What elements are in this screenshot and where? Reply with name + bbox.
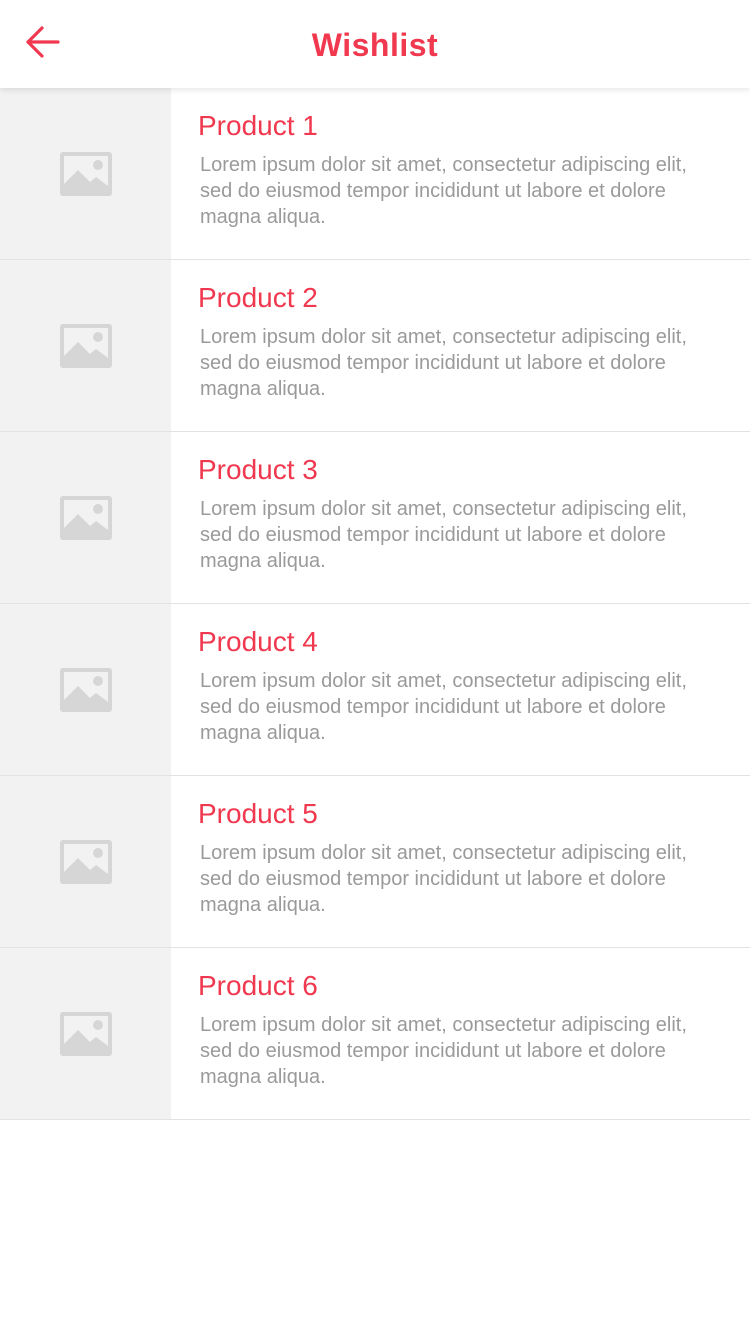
product-name: Product 2 [198, 282, 318, 313]
app-header: Wishlist [0, 0, 750, 88]
wishlist-list: Product 1 Lorem ipsum dolor sit amet, co… [0, 88, 750, 1120]
image-placeholder-icon [59, 667, 112, 712]
wishlist-item-3[interactable]: Product 3 Lorem ipsum dolor sit amet, co… [0, 432, 750, 604]
page-title: Wishlist [311, 27, 439, 63]
product-image [0, 260, 171, 431]
product-image [0, 776, 171, 947]
wishlist-item-6[interactable]: Product 6 Lorem ipsum dolor sit amet, co… [0, 948, 750, 1120]
product-name: Product 4 [198, 626, 318, 657]
product-description: Lorem ipsum dolor sit amet, consectetur … [200, 670, 687, 744]
product-image [0, 432, 171, 603]
product-image [0, 88, 171, 259]
product-name: Product 5 [198, 798, 318, 829]
product-description: Lorem ipsum dolor sit amet, consectetur … [200, 326, 687, 400]
product-name: Product 1 [198, 110, 318, 141]
image-placeholder-icon [59, 323, 112, 368]
product-name: Product 6 [198, 970, 318, 1001]
wishlist-item-2[interactable]: Product 2 Lorem ipsum dolor sit amet, co… [0, 260, 750, 432]
product-name: Product 3 [198, 454, 318, 485]
product-description: Lorem ipsum dolor sit amet, consectetur … [200, 498, 687, 572]
product-image [0, 948, 171, 1119]
image-placeholder-icon [59, 151, 112, 196]
wishlist-item-1[interactable]: Product 1 Lorem ipsum dolor sit amet, co… [0, 88, 750, 260]
wishlist-item-5[interactable]: Product 5 Lorem ipsum dolor sit amet, co… [0, 776, 750, 948]
wishlist-item-4[interactable]: Product 4 Lorem ipsum dolor sit amet, co… [0, 604, 750, 776]
product-description: Lorem ipsum dolor sit amet, consectetur … [200, 1014, 687, 1088]
image-placeholder-icon [59, 495, 112, 540]
product-image [0, 604, 171, 775]
image-placeholder-icon [59, 1011, 112, 1056]
product-description: Lorem ipsum dolor sit amet, consectetur … [200, 154, 687, 228]
product-description: Lorem ipsum dolor sit amet, consectetur … [200, 842, 687, 916]
image-placeholder-icon [59, 839, 112, 884]
